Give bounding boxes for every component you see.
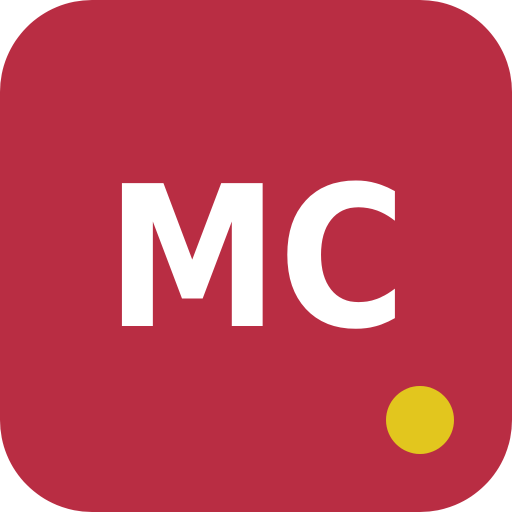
monogram-text: MC: [106, 145, 406, 373]
notification-dot: [386, 386, 454, 454]
app-icon[interactable]: MC: [0, 0, 512, 512]
